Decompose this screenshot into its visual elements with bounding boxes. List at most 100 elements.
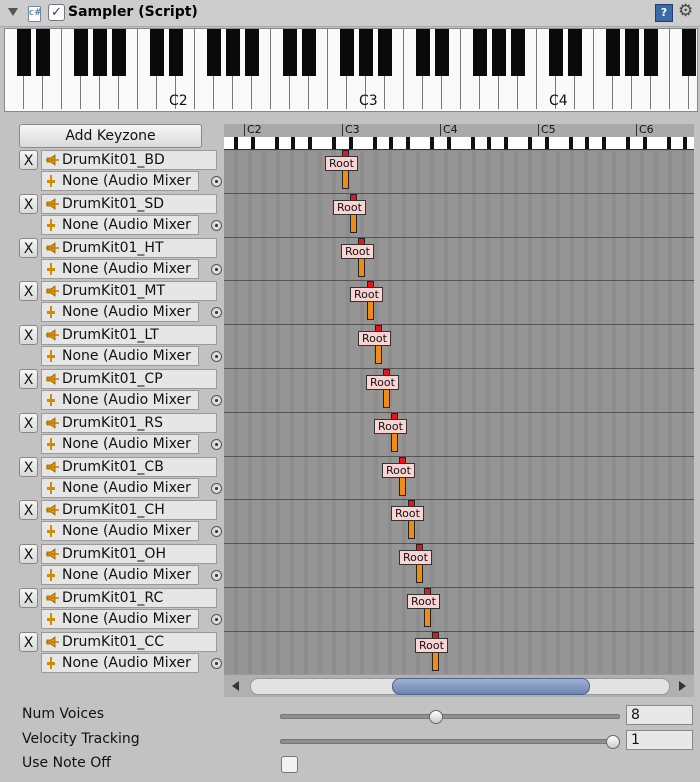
velocity-tracking-slider-knob[interactable]: [606, 735, 620, 749]
use-note-off-checkbox[interactable]: [281, 756, 298, 773]
root-key-label[interactable]: Root: [382, 463, 415, 478]
keyzone-editor[interactable]: C2 C3 C4 C5 C6 Root Root Root Root Root Root Root R…: [224, 124, 694, 674]
remove-keyzone-button[interactable]: X: [19, 369, 38, 389]
object-picker-icon[interactable]: [211, 614, 222, 625]
gear-icon[interactable]: ⚙: [678, 1, 693, 21]
root-key-label[interactable]: Root: [358, 331, 391, 346]
remove-keyzone-button[interactable]: X: [19, 588, 38, 608]
remove-keyzone-button[interactable]: X: [19, 150, 38, 170]
piano-black-key[interactable]: [359, 29, 373, 76]
audio-clip-field[interactable]: DrumKit01_CC: [41, 632, 217, 652]
object-picker-icon[interactable]: [211, 439, 222, 450]
audio-clip-field[interactable]: DrumKit01_CB: [41, 457, 217, 477]
audio-mixer-group-field[interactable]: None (Audio Mixer: [41, 565, 199, 585]
object-picker-icon[interactable]: [211, 351, 222, 362]
remove-keyzone-button[interactable]: X: [19, 194, 38, 214]
root-key-label[interactable]: Root: [399, 550, 432, 565]
root-key-label[interactable]: Root: [333, 200, 366, 215]
audio-clip-field[interactable]: DrumKit01_OH: [41, 544, 217, 564]
scroll-right-icon[interactable]: [679, 681, 686, 691]
object-picker-icon[interactable]: [211, 483, 222, 494]
remove-keyzone-button[interactable]: X: [19, 413, 38, 433]
audio-clip-field[interactable]: DrumKit01_SD: [41, 194, 217, 214]
remove-keyzone-button[interactable]: X: [19, 544, 38, 564]
scroll-left-icon[interactable]: [232, 681, 239, 691]
remove-keyzone-button[interactable]: X: [19, 457, 38, 477]
foldout-arrow-icon[interactable]: [8, 8, 18, 16]
audio-mixer-group-field[interactable]: None (Audio Mixer: [41, 259, 199, 279]
audio-clip-field[interactable]: DrumKit01_HT: [41, 238, 217, 258]
object-picker-icon[interactable]: [211, 307, 222, 318]
root-key-label[interactable]: Root: [391, 506, 424, 521]
velocity-tracking-field[interactable]: 1: [626, 730, 693, 750]
audio-clip-field[interactable]: DrumKit01_MT: [41, 281, 217, 301]
piano-black-key[interactable]: [568, 29, 582, 76]
remove-keyzone-button[interactable]: X: [19, 325, 38, 345]
root-key-label[interactable]: Root: [325, 156, 358, 171]
velocity-tracking-slider-track[interactable]: [280, 739, 620, 744]
help-icon[interactable]: ?: [655, 4, 673, 22]
horizontal-scrollbar[interactable]: [224, 674, 694, 697]
remove-keyzone-button[interactable]: X: [19, 632, 38, 652]
object-picker-icon[interactable]: [211, 176, 222, 187]
piano-black-key[interactable]: [150, 29, 164, 76]
num-voices-field[interactable]: 8: [626, 705, 693, 725]
piano-black-key[interactable]: [302, 29, 316, 76]
piano-black-key[interactable]: [416, 29, 430, 76]
scrollbar-thumb[interactable]: [392, 678, 590, 695]
audio-mixer-group-field[interactable]: None (Audio Mixer: [41, 434, 199, 454]
piano-black-key[interactable]: [682, 29, 696, 76]
audio-mixer-group-field[interactable]: None (Audio Mixer: [41, 653, 199, 673]
object-picker-icon[interactable]: [211, 220, 222, 231]
root-key-label[interactable]: Root: [374, 419, 407, 434]
object-picker-icon[interactable]: [211, 395, 222, 406]
audio-mixer-group-field[interactable]: None (Audio Mixer: [41, 609, 199, 629]
piano-black-key[interactable]: [245, 29, 259, 76]
piano-black-key[interactable]: [36, 29, 50, 76]
audio-clip-field[interactable]: DrumKit01_CP: [41, 369, 217, 389]
audio-clip-field[interactable]: DrumKit01_CH: [41, 500, 217, 520]
object-picker-icon[interactable]: [211, 526, 222, 537]
remove-keyzone-button[interactable]: X: [19, 500, 38, 520]
piano-black-key[interactable]: [207, 29, 221, 76]
object-picker-icon[interactable]: [211, 570, 222, 581]
piano-black-key[interactable]: [606, 29, 620, 76]
piano-black-key[interactable]: [511, 29, 525, 76]
audio-clip-field[interactable]: DrumKit01_RS: [41, 413, 217, 433]
piano-black-key[interactable]: [112, 29, 126, 76]
root-key-label[interactable]: Root: [341, 244, 374, 259]
piano-black-key[interactable]: [378, 29, 392, 76]
root-key-label[interactable]: Root: [350, 287, 383, 302]
num-voices-slider-knob[interactable]: [429, 710, 444, 724]
audio-mixer-group-field[interactable]: None (Audio Mixer: [41, 521, 199, 541]
piano-black-key[interactable]: [93, 29, 107, 76]
piano-black-key[interactable]: [74, 29, 88, 76]
piano-black-key[interactable]: [473, 29, 487, 76]
piano-keyboard[interactable]: C2 C3 C4: [4, 28, 698, 112]
add-keyzone-button[interactable]: Add Keyzone: [19, 124, 202, 148]
num-voices-slider-track[interactable]: [280, 714, 620, 719]
root-key-label[interactable]: Root: [366, 375, 399, 390]
piano-black-key[interactable]: [226, 29, 240, 76]
remove-keyzone-button[interactable]: X: [19, 238, 38, 258]
piano-black-key[interactable]: [435, 29, 449, 76]
object-picker-icon[interactable]: [211, 658, 222, 669]
audio-clip-field[interactable]: DrumKit01_BD: [41, 150, 217, 170]
audio-mixer-group-field[interactable]: None (Audio Mixer: [41, 302, 199, 322]
root-key-label[interactable]: Root: [415, 638, 448, 653]
remove-keyzone-button[interactable]: X: [19, 281, 38, 301]
audio-clip-field[interactable]: DrumKit01_LT: [41, 325, 217, 345]
piano-black-key[interactable]: [283, 29, 297, 76]
audio-mixer-group-field[interactable]: None (Audio Mixer: [41, 346, 199, 366]
piano-black-key[interactable]: [492, 29, 506, 76]
audio-mixer-group-field[interactable]: None (Audio Mixer: [41, 478, 199, 498]
audio-mixer-group-field[interactable]: None (Audio Mixer: [41, 390, 199, 410]
piano-black-key[interactable]: [625, 29, 639, 76]
audio-mixer-group-field[interactable]: None (Audio Mixer: [41, 171, 199, 191]
root-key-label[interactable]: Root: [407, 594, 440, 609]
piano-black-key[interactable]: [340, 29, 354, 76]
object-picker-icon[interactable]: [211, 264, 222, 275]
piano-black-key[interactable]: [549, 29, 563, 76]
piano-black-key[interactable]: [169, 29, 183, 76]
audio-mixer-group-field[interactable]: None (Audio Mixer: [41, 215, 199, 235]
